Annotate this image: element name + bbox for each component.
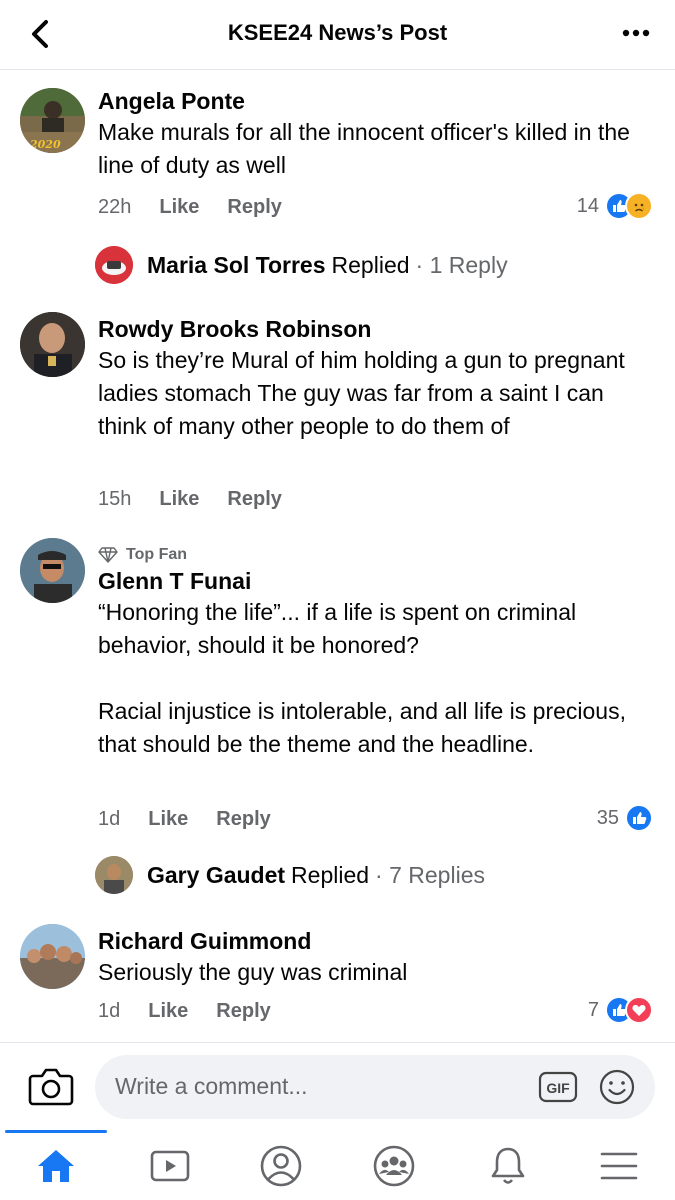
groups-icon[interactable] [370,1142,418,1190]
top-bar: KSEE24 News’s Post [0,0,675,70]
svg-text:GIF: GIF [546,1080,570,1096]
bottom-tab-bar [0,1130,675,1200]
like-link[interactable]: Like [148,1000,188,1022]
love-reaction-icon [625,996,653,1024]
reaction-summary[interactable]: 7 [588,996,653,1024]
comment-placeholder: Write a comment... [115,1073,308,1099]
avatar [95,246,133,284]
replied-label: Replied [291,861,370,888]
reaction-count: 7 [587,998,599,1021]
reply-link[interactable]: Reply [216,808,270,830]
comment-input[interactable]: Write a comment... GIF [95,1055,655,1119]
reply-count: · 1 Reply [415,251,508,278]
replied-label: Replied [331,251,410,278]
replies-link[interactable]: Gary Gaudet Replied · 7 Replies [95,856,485,894]
reaction-count: 35 [596,806,619,829]
avatar[interactable] [20,538,85,603]
like-link[interactable]: Like [159,488,199,510]
comment-time: 15h [98,488,132,510]
comment-composer: Write a comment... GIF [0,1042,675,1130]
gif-icon[interactable]: GIF [538,1071,578,1103]
comment-actions: 1d Like Reply [98,1000,299,1023]
commenter-name[interactable]: Angela Ponte [98,86,651,116]
reaction-summary[interactable]: 14 [577,192,653,220]
commenter-name[interactable]: Rowdy Brooks Robinson [98,314,651,344]
replier-name: Maria Sol Torres [147,251,326,278]
comment-time: 1d [98,1000,121,1022]
reply-link[interactable]: Reply [227,488,281,510]
avatar [95,856,133,894]
notifications-icon[interactable] [484,1142,532,1190]
commenter-name[interactable]: Glenn T Funai [98,566,651,596]
comment-time: 22h [98,196,132,218]
emoji-icon[interactable] [597,1067,637,1107]
home-icon[interactable] [32,1142,80,1190]
avatar[interactable]: 2020 [20,88,85,153]
comment-text: “Honoring the life”... if a life is spen… [98,599,626,757]
reply-count: · 7 Replies [375,861,485,888]
diamond-icon [98,547,118,563]
like-link[interactable]: Like [159,196,199,218]
top-fan-badge: Top Fan [98,544,651,566]
avatar[interactable] [20,312,85,377]
svg-text:2020: 2020 [29,138,61,151]
comment-text: Make murals for all the innocent officer… [98,119,630,178]
like-link[interactable]: Like [148,808,188,830]
menu-icon[interactable] [595,1142,643,1190]
comment-text: Seriously the guy was criminal [98,959,408,985]
profile-icon[interactable] [257,1142,305,1190]
reaction-count: 14 [576,194,599,217]
watch-icon[interactable] [146,1142,194,1190]
page-title: KSEE24 News’s Post [227,20,448,45]
comment-text: So is they’re Mural of him holding a gun… [98,347,625,439]
avatar[interactable] [20,924,85,989]
comment-actions: 15h Like Reply [98,488,310,511]
sad-reaction-icon [625,192,653,220]
comment-actions: 22h Like Reply [98,196,310,219]
reaction-summary[interactable]: 35 [597,804,653,832]
replies-link[interactable]: Maria Sol Torres Replied · 1 Reply [95,246,508,284]
reply-link[interactable]: Reply [216,1000,270,1022]
more-dots-icon[interactable] [619,18,653,48]
commenter-name[interactable]: Richard Guimmond [98,926,651,956]
comment-actions: 1d Like Reply [98,808,299,831]
active-tab-indicator [5,1130,107,1133]
reply-link[interactable]: Reply [227,196,281,218]
comment-time: 1d [98,808,121,830]
camera-icon[interactable] [28,1065,74,1107]
replier-name: Gary Gaudet [147,861,286,888]
like-reaction-icon [625,804,653,832]
